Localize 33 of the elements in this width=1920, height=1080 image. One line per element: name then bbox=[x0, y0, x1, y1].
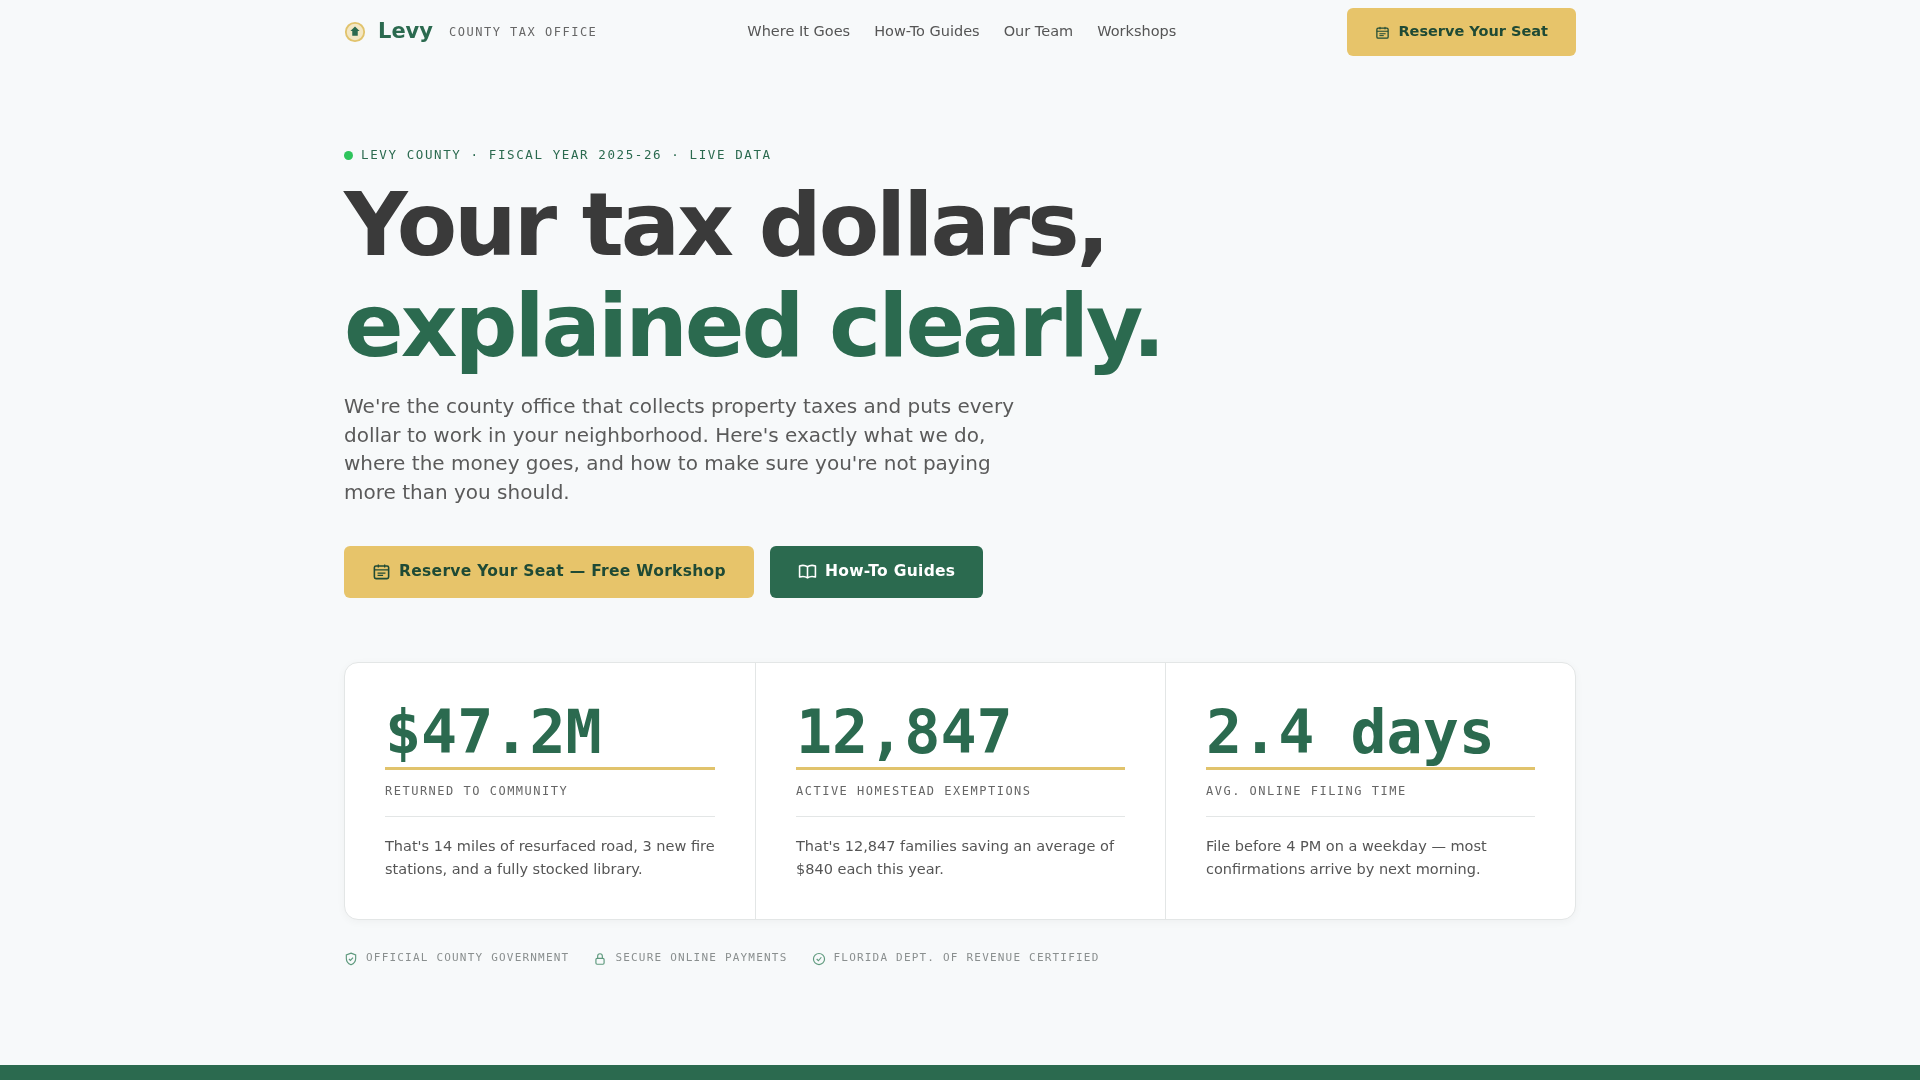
reserve-workshop-button[interactable]: Reserve Your Seat — Free Workshop bbox=[344, 545, 754, 598]
stat-value: $47.2M bbox=[385, 698, 715, 770]
live-status-dot bbox=[344, 150, 353, 160]
guides-button[interactable]: How-To Guides bbox=[769, 545, 984, 598]
lock-icon bbox=[593, 951, 608, 966]
trust-label: OFFICIAL COUNTY GOVERNMENT bbox=[366, 950, 570, 967]
book-icon bbox=[797, 562, 817, 582]
check-circle-icon bbox=[811, 951, 826, 966]
nav-link[interactable]: Our Team bbox=[1003, 21, 1074, 43]
brand-name: Levy bbox=[378, 18, 433, 46]
shield-icon bbox=[344, 951, 358, 966]
stat-value: 12,847 bbox=[796, 698, 1125, 770]
calendar-icon bbox=[1375, 24, 1391, 40]
logo-icon bbox=[344, 21, 366, 43]
nav-link[interactable]: How-To Guides bbox=[874, 21, 980, 43]
reserve-button[interactable]: Reserve Your Seat bbox=[1347, 8, 1576, 56]
trust-label: SECURE ONLINE PAYMENTS bbox=[615, 950, 788, 967]
stat-description: That's 12,847 families saving an average of $840 each this year. bbox=[796, 836, 1116, 880]
hero-description: We're the county office that collects property taxes and puts every dollar to work in your neighborhood. Here's exactly what we do, where the money goes, and how to make sure you're not paying more than you should. bbox=[344, 393, 1015, 506]
nav-link[interactable]: Where It Goes bbox=[747, 21, 851, 43]
stat-label: AVG. ONLINE FILING TIME bbox=[1206, 769, 1535, 817]
stat-value: 2.4 days bbox=[1206, 698, 1535, 770]
hero-title-highlight: explained clearly. bbox=[344, 277, 1164, 379]
eyebrow-text: LEVY COUNTY · FISCAL YEAR 2025-26 · LIVE DATA bbox=[361, 146, 772, 164]
trust-label: FLORIDA DEPT. OF REVENUE CERTIFIED bbox=[833, 950, 1100, 967]
calendar-icon bbox=[372, 562, 391, 582]
hero-title: Your tax dollars, bbox=[344, 176, 1108, 278]
stat-description: File before 4 PM on a weekday — most confirmations arrive by next morning. bbox=[1206, 836, 1488, 880]
stat-description: That's 14 miles of resurfaced road, 3 new fire stations, and a fully stocked library. bbox=[385, 836, 715, 880]
stat-label: ACTIVE HOMESTEAD EXEMPTIONS bbox=[796, 769, 1125, 817]
nav-link[interactable]: Workshops bbox=[1097, 21, 1177, 43]
brand-tagline: COUNTY TAX OFFICE bbox=[449, 24, 598, 41]
stat-label: RETURNED TO COMMUNITY bbox=[385, 769, 715, 817]
